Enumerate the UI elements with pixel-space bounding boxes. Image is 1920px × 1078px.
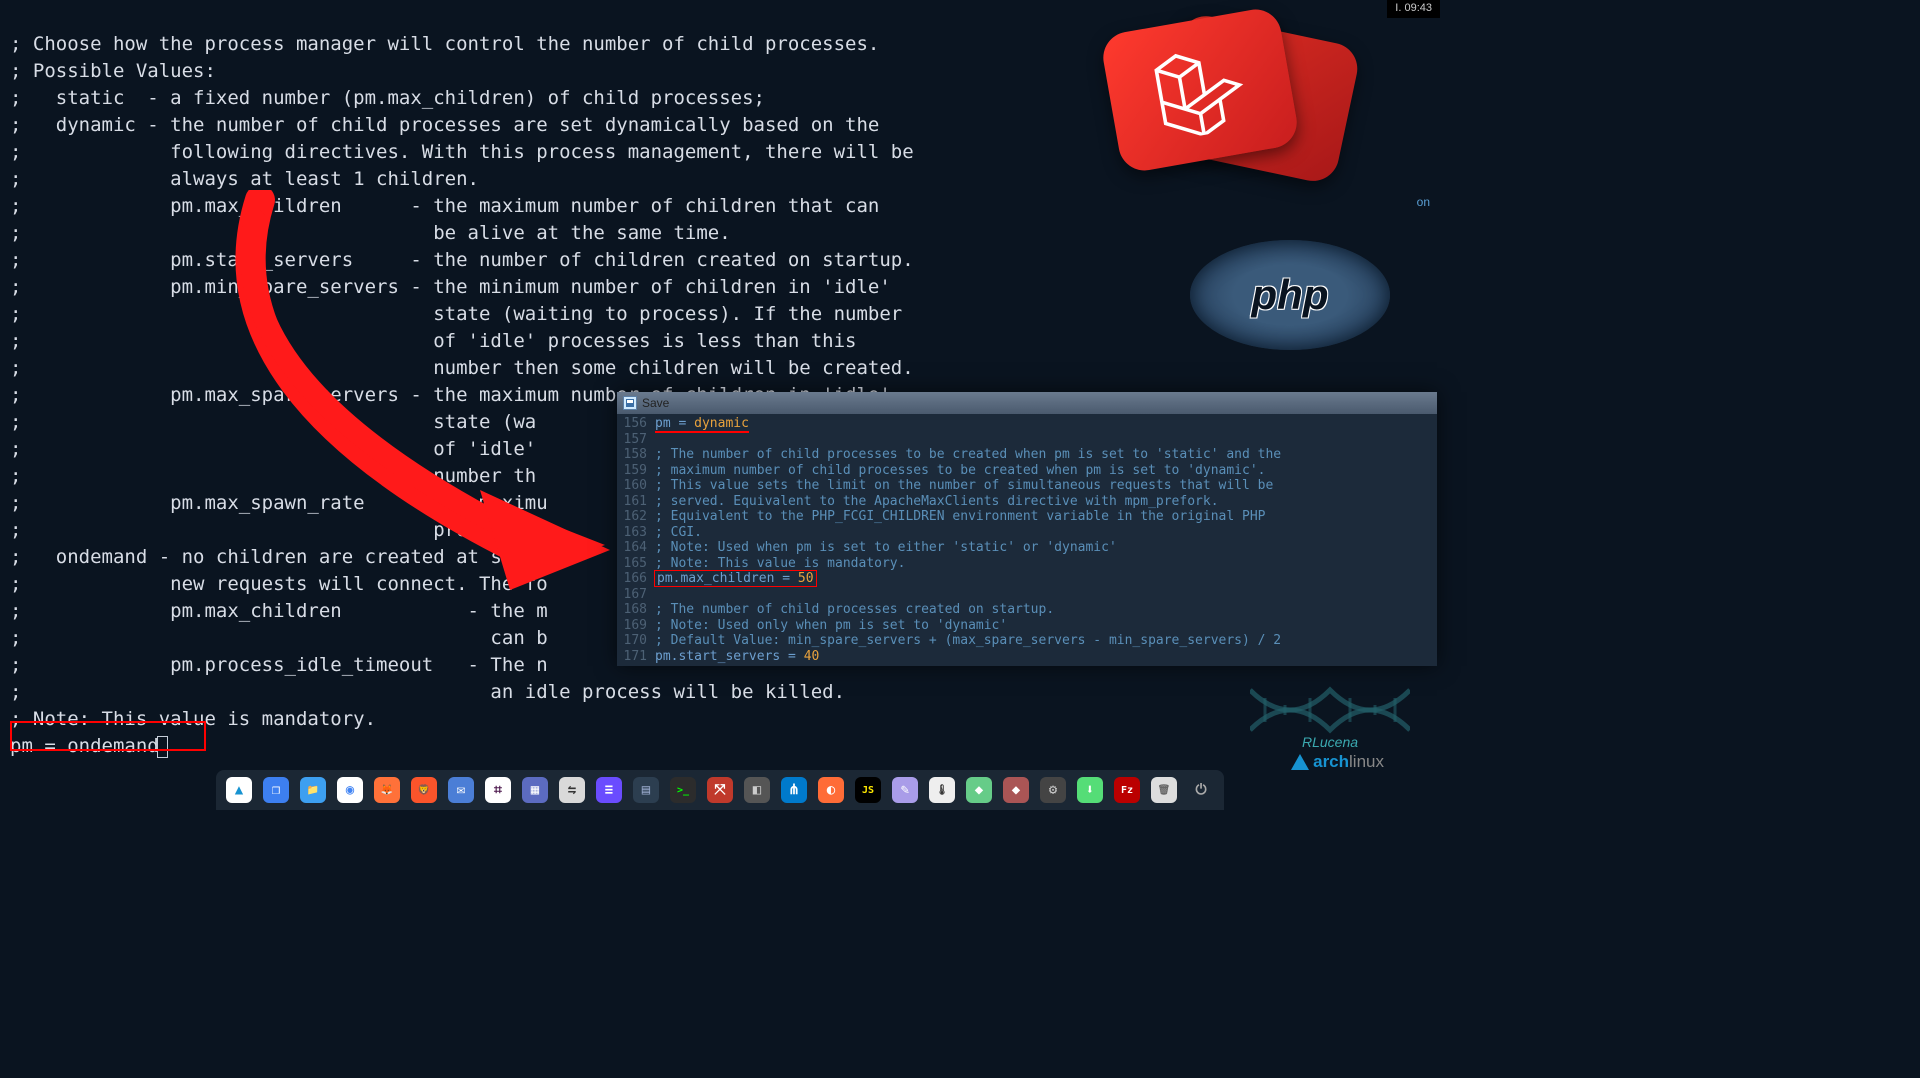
vscode-icon[interactable]: ⋔ <box>781 777 807 803</box>
dna-brand: RLucena <box>1250 680 1410 750</box>
jetbrains-icon[interactable]: JS <box>855 777 881 803</box>
editor-line: ; Choose how the process manager will co… <box>10 33 879 55</box>
editor-line: ; state (waiting to process). If the num… <box>10 303 902 325</box>
monitor-icon1[interactable]: ▤ <box>633 777 659 803</box>
slack-icon[interactable]: ⌗ <box>485 777 511 803</box>
sensor-icon[interactable]: 🌡 <box>929 777 955 803</box>
chrome-icon[interactable]: ◉ <box>337 777 363 803</box>
editor-line: ; pm.max_children - the m <box>10 600 548 622</box>
workspace-icon[interactable]: ❐ <box>263 777 289 803</box>
editor-line: ; of 'idle' processes is less than this <box>10 330 856 352</box>
arch-icon <box>1291 754 1309 770</box>
editor-line: ; be alive at the same time. <box>10 222 731 244</box>
trash-icon[interactable]: 🗑 <box>1151 777 1177 803</box>
editor-line: ; number then some children will be crea… <box>10 357 914 379</box>
brave-icon[interactable]: 🦁 <box>411 777 437 803</box>
editor-line: ; of 'idle' <box>10 438 536 460</box>
grid-icon[interactable]: ▦ <box>522 777 548 803</box>
mail-icon[interactable]: ✉ <box>448 777 474 803</box>
editor-line: ; pm.max_children - the maximum number o… <box>10 195 879 217</box>
postman-icon[interactable]: ◐ <box>818 777 844 803</box>
network-icon[interactable]: ⤧ <box>707 777 733 803</box>
editor-line: ; pm.start_servers - the number of child… <box>10 249 914 271</box>
power-icon[interactable]: ⏻ <box>1188 777 1214 803</box>
clock: I. 09:43 <box>1387 0 1440 18</box>
notes-icon[interactable]: ✎ <box>892 777 918 803</box>
download-icon[interactable]: ⬇ <box>1077 777 1103 803</box>
overlay-code[interactable]: 156pm = dynamic 157 158; The number of c… <box>617 414 1437 666</box>
dna-icon <box>1250 680 1410 740</box>
filezilla-icon[interactable]: Fz <box>1114 777 1140 803</box>
on-indicator: on <box>1417 195 1430 209</box>
editor-line: ; pm.process_idle_timeout - The n <box>10 654 548 676</box>
editor-line: ; ondemand - no children are created at … <box>10 546 559 568</box>
editor-line: ; state (wa <box>10 411 536 433</box>
overlay-titlebar[interactable]: Save <box>617 392 1437 414</box>
firefox-icon[interactable]: 🦊 <box>374 777 400 803</box>
overlay-title: Save <box>642 396 669 410</box>
app-icon1[interactable]: ◆ <box>966 777 992 803</box>
editor-line: ; can b <box>10 627 548 649</box>
editor-line: ; following directives. With this proces… <box>10 141 914 163</box>
save-icon[interactable] <box>623 396 637 410</box>
editor-line: ; Note: This value is mandatory. <box>10 708 376 730</box>
code-icon[interactable]: ≡ <box>596 777 622 803</box>
overlay-editor-window[interactable]: Save 156pm = dynamic 157 158; The number… <box>617 392 1437 666</box>
php-badge: php <box>1190 240 1390 350</box>
editor-line: ; dynamic - the number of child processe… <box>10 114 879 136</box>
editor-line: pm = ondemand <box>10 735 168 757</box>
editor-line: ; always at least 1 children. <box>10 168 479 190</box>
files-icon[interactable]: 📁 <box>300 777 326 803</box>
editor-line: ; processes <box>10 519 536 541</box>
archlinux-brand: archlinux <box>1291 752 1384 772</box>
taskbar[interactable]: ▲ ❐ 📁 ◉ 🦊 🦁 ✉ ⌗ ▦ ⇋ ≡ ▤ >_ ⤧ ◧ ⋔ ◐ JS ✎ 🌡 ◆ ◆ ⚙ ⬇ Fz 🗑 ⏻ <box>216 770 1224 810</box>
cursor <box>157 736 168 758</box>
settings-icon[interactable]: ⚙ <box>1040 777 1066 803</box>
arch-launcher[interactable]: ▲ <box>226 777 252 803</box>
editor-line: ; number th <box>10 465 536 487</box>
monitor-icon2[interactable]: ◧ <box>744 777 770 803</box>
terminal-icon[interactable]: >_ <box>670 777 696 803</box>
editor-line: ; new requests will connect. The fo <box>10 573 548 595</box>
editor-line: ; static - a fixed number (pm.max_childr… <box>10 87 765 109</box>
laravel-logo-icon <box>1148 38 1252 142</box>
laravel-badge <box>1110 20 1370 200</box>
remmina-icon[interactable]: ⇋ <box>559 777 585 803</box>
editor-line: ; Possible Values: <box>10 60 216 82</box>
editor-line: ; pm.min_spare_servers - the minimum num… <box>10 276 891 298</box>
editor-line: ; pm.max_spawn_rate - the maximu <box>10 492 548 514</box>
php-text: php <box>1252 271 1329 319</box>
app-icon2[interactable]: ◆ <box>1003 777 1029 803</box>
editor-line: ; an idle process will be killed. <box>10 681 845 703</box>
